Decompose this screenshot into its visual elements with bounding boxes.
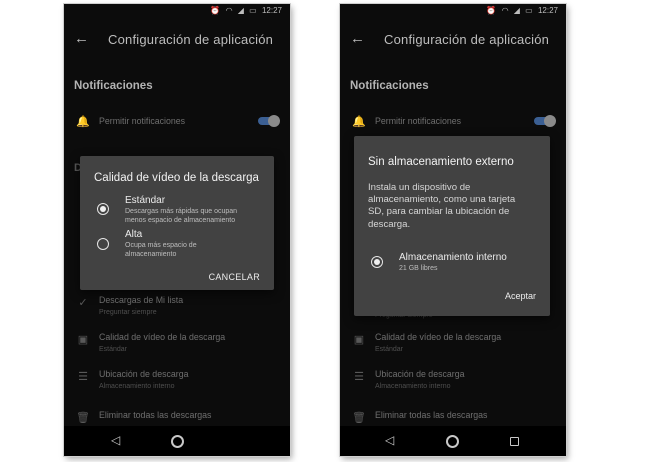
phone-screen-left: ⏰ ◠ ◢ ▭ 12:27 ← Configuración de aplicac… (64, 4, 290, 456)
option-label-high[interactable]: Alta (125, 229, 142, 240)
option-desc-high-line2: almacenamiento (125, 251, 177, 258)
signal-icon: ◢ (513, 6, 520, 15)
setting-title: Descargas de Mi lista (99, 295, 184, 305)
nav-home-icon[interactable] (446, 435, 459, 448)
dialog-title: Sin almacenamiento externo (368, 156, 514, 168)
wifi-icon: ◠ (501, 6, 509, 15)
setting-title: Ubicación de descarga (99, 369, 189, 379)
storage-icon: ☰ (78, 371, 88, 383)
setting-row-download-location[interactable]: ☰ Ubicación de descarga Almacenamiento i… (340, 367, 566, 397)
status-bar: ⏰ ◠ ◢ ▭ 12:27 (340, 4, 566, 18)
video-quality-icon: ▣ (77, 334, 89, 346)
setting-row-mylist-downloads[interactable]: ✓ Descargas de Mi lista Preguntar siempr… (64, 293, 290, 323)
cancel-button[interactable]: CANCELAR (209, 272, 260, 282)
bell-icon: 🔔 (352, 116, 366, 128)
setting-subtitle: Almacenamiento interno (99, 383, 175, 390)
setting-subtitle: Estándar (375, 346, 404, 353)
option-label-internal-storage[interactable]: Almacenamiento interno (399, 252, 507, 263)
status-time: 12:27 (261, 6, 282, 15)
setting-row-download-location[interactable]: ☰ Ubicación de descarga Almacenamiento i… (64, 367, 290, 397)
option-desc-standard-line2: menos espacio de almacenamiento (125, 217, 236, 224)
setting-subtitle: Preguntar siempre (99, 309, 157, 316)
setting-title: Eliminar todas las descargas (99, 410, 212, 420)
video-quality-dialog: Calidad de vídeo de la descarga Estándar… (80, 156, 274, 290)
dialog-title: Calidad de vídeo de la descarga (94, 172, 259, 184)
status-time: 12:27 (537, 6, 558, 15)
nav-back-icon[interactable]: ◁ (385, 433, 394, 447)
notifications-toggle[interactable] (258, 115, 280, 127)
dialog-message: Instala un dispositivo de almacenamiento… (368, 182, 516, 230)
setting-title: Ubicación de descarga (375, 369, 465, 379)
phone-screen-right: ⏰ ◠ ◢ ▭ 12:27 ← Configuración de aplicac… (340, 4, 566, 456)
setting-title: Permitir notificaciones (375, 116, 462, 126)
app-bar: ← Configuración de aplicación (64, 26, 290, 58)
trash-icon: 🗑 (352, 412, 366, 424)
accept-button[interactable]: Aceptar (505, 291, 536, 301)
notifications-toggle[interactable] (534, 115, 556, 127)
setting-row-video-quality[interactable]: ▣ Calidad de vídeo de la descarga Estánd… (64, 330, 290, 360)
back-arrow-icon[interactable]: ← (74, 30, 89, 47)
nav-bar: ◁ (340, 426, 566, 456)
bell-icon: 🔔 (76, 116, 90, 128)
trash-icon: 🗑 (76, 412, 90, 424)
radio-standard[interactable] (97, 203, 109, 215)
radio-high[interactable] (97, 238, 109, 250)
radio-internal-storage[interactable] (371, 256, 383, 268)
back-arrow-icon[interactable]: ← (350, 30, 365, 47)
nav-home-icon[interactable] (171, 435, 184, 448)
setting-title: Calidad de vídeo de la descarga (375, 332, 502, 342)
section-header-notifications: Notificaciones (350, 80, 429, 92)
nav-back-icon[interactable]: ◁ (111, 433, 120, 447)
nav-bar: ◁ (64, 426, 290, 456)
setting-title: Calidad de vídeo de la descarga (99, 332, 226, 342)
option-desc-high-line1: Ocupa más espacio de (125, 242, 197, 249)
setting-row-notifications[interactable]: 🔔 Permitir notificaciones (64, 112, 290, 142)
alarm-icon: ⏰ (486, 6, 497, 15)
wifi-icon: ◠ (225, 6, 233, 15)
no-external-storage-dialog: Sin almacenamiento externo Instala un di… (354, 136, 550, 316)
check-icon: ✓ (78, 297, 88, 309)
setting-subtitle: Estándar (99, 346, 128, 353)
signal-icon: ◢ (237, 6, 244, 15)
app-bar: ← Configuración de aplicación (340, 26, 566, 58)
app-bar-title: Configuración de aplicación (108, 32, 274, 47)
section-header-notifications: Notificaciones (74, 80, 153, 92)
battery-icon: ▭ (249, 6, 257, 15)
setting-subtitle: Almacenamiento interno (375, 383, 451, 390)
app-bar-title: Configuración de aplicación (384, 32, 550, 47)
option-label-standard[interactable]: Estándar (125, 195, 165, 206)
option-desc-free-space: 21 GB libres (399, 265, 438, 272)
battery-icon: ▭ (525, 6, 533, 15)
status-bar: ⏰ ◠ ◢ ▭ 12:27 (64, 4, 290, 18)
storage-icon: ☰ (354, 371, 364, 383)
setting-title: Eliminar todas las descargas (375, 410, 488, 420)
nav-recents-icon[interactable] (510, 437, 519, 446)
video-quality-icon: ▣ (353, 334, 365, 346)
setting-row-video-quality[interactable]: ▣ Calidad de vídeo de la descarga Estánd… (340, 330, 566, 360)
alarm-icon: ⏰ (210, 6, 221, 15)
option-desc-standard-line1: Descargas más rápidas que ocupan (125, 208, 238, 215)
setting-title: Permitir notificaciones (99, 116, 186, 126)
